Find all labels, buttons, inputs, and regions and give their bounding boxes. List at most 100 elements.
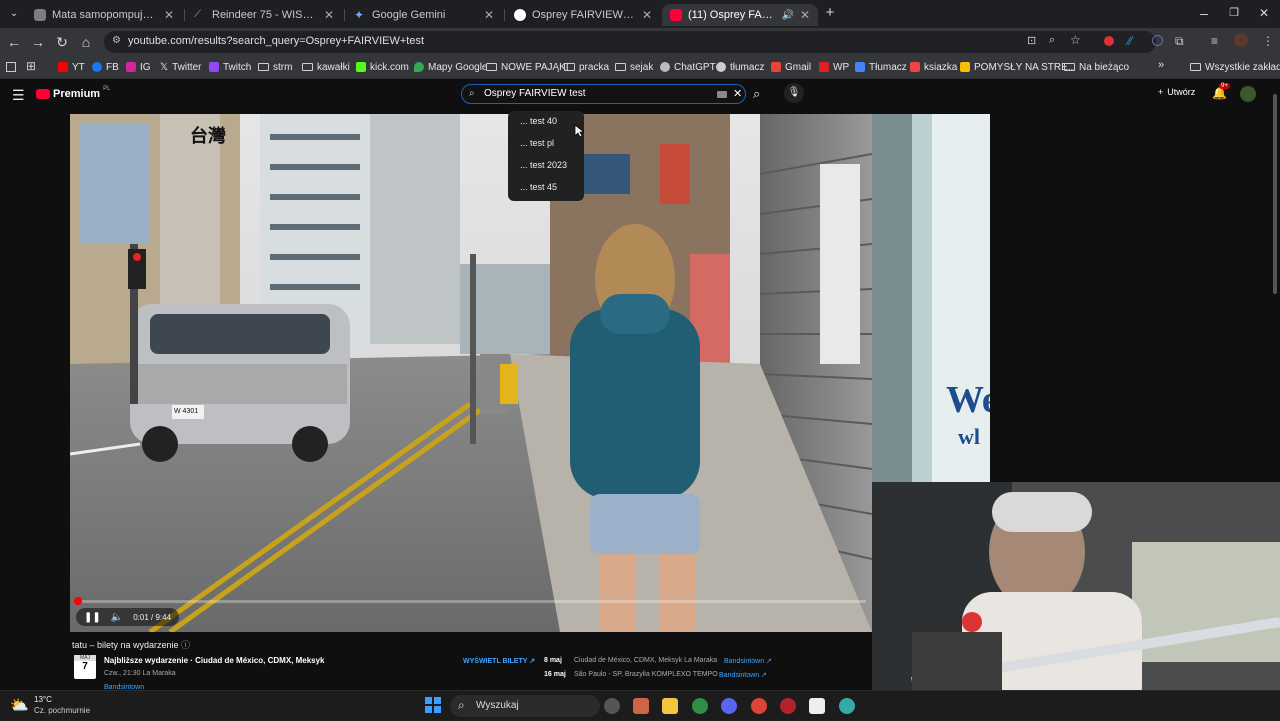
- globe-app-icon[interactable]: [839, 698, 855, 714]
- progress-scrubber[interactable]: [74, 597, 82, 605]
- volume-icon[interactable]: 🔈: [111, 612, 123, 623]
- reading-list-icon[interactable]: ≡: [1211, 34, 1218, 48]
- bookmark-fb[interactable]: FB: [92, 59, 119, 75]
- bookmark-tlumacz[interactable]: tłumacz: [716, 59, 764, 75]
- pause-icon[interactable]: ❚❚: [84, 612, 101, 623]
- bookmark-kawalki[interactable]: kawałki: [302, 59, 350, 75]
- taskbar-search-box[interactable]: ⌕ Wyszukaj: [450, 695, 600, 717]
- search-input[interactable]: ⌕ Osprey FAIRVIEW test ✕: [461, 84, 746, 104]
- suggestion-item[interactable]: ... test pl: [520, 138, 554, 148]
- tab-search-chevron-icon[interactable]: ⌄: [6, 6, 22, 22]
- suggestion-item[interactable]: ... test 45: [520, 182, 557, 192]
- home-icon[interactable]: ⌂: [78, 34, 94, 50]
- obs-app-icon[interactable]: [809, 698, 825, 714]
- info-icon[interactable]: ⓘ: [181, 640, 190, 650]
- maximize-icon[interactable]: ❐: [1226, 5, 1242, 21]
- apps-grid-icon[interactable]: ⊞: [26, 59, 36, 73]
- new-tab-plus-icon[interactable]: +: [822, 5, 838, 21]
- discord-icon[interactable]: [721, 698, 737, 714]
- extension-icon[interactable]: [1152, 35, 1163, 46]
- google-translate-icon: [855, 62, 865, 72]
- extensions-puzzle-icon[interactable]: ⧉: [1175, 34, 1184, 49]
- tab-youtube-active[interactable]: (11) Osprey FAIRVIEW test 🔊 ✕: [662, 4, 818, 26]
- external-link-icon: ↗: [529, 658, 536, 665]
- opera-icon[interactable]: [780, 698, 796, 714]
- bookmark-tlumacz-2[interactable]: Tłumacz: [855, 59, 907, 75]
- bookmark-ksiazka[interactable]: ksiazka: [910, 59, 957, 75]
- windows-taskbar: ⛅ 13°C Cz. pochmurnie ⌕ Wyszukaj: [0, 690, 1280, 721]
- bookmark-strm[interactable]: strm: [258, 59, 292, 75]
- progress-track[interactable]: [76, 600, 866, 603]
- bookmark-na-biezaco[interactable]: Na bieżąco: [1064, 59, 1129, 75]
- row-link[interactable]: Bandsintown ↗: [719, 671, 767, 679]
- reload-icon[interactable]: ↻: [54, 34, 70, 50]
- back-icon[interactable]: ←: [6, 34, 22, 50]
- file-explorer-icon[interactable]: [662, 698, 678, 714]
- browser-menu-icon[interactable]: ⋮: [1262, 34, 1274, 48]
- bookmark-chatgpt[interactable]: ChatGPT: [660, 59, 716, 75]
- bookmark-twitch[interactable]: Twitch: [209, 59, 251, 75]
- site-info-icon[interactable]: ⚙: [112, 35, 121, 46]
- close-tab-icon[interactable]: ✕: [484, 8, 494, 22]
- windows-start-icon[interactable]: [425, 697, 441, 713]
- folder-icon: [615, 63, 626, 71]
- bookmark-sejak[interactable]: sejak: [615, 59, 653, 75]
- tab-google-search[interactable]: Osprey FAIRVIEW - - Szukaj w G ✕: [506, 4, 660, 26]
- install-app-icon[interactable]: ⊡: [1027, 34, 1036, 47]
- account-avatar[interactable]: [1240, 86, 1256, 102]
- bookmark-wp[interactable]: WP: [819, 59, 849, 75]
- chrome-icon[interactable]: [751, 698, 767, 714]
- tab-mata[interactable]: Mata samopompująca dla back ✕: [26, 4, 182, 26]
- app-icon[interactable]: [633, 698, 649, 714]
- bookmark-yt[interactable]: YT: [58, 59, 85, 75]
- scrollbar-thumb[interactable]: [1273, 94, 1277, 294]
- bookmark-star-icon[interactable]: ☆: [1070, 33, 1081, 47]
- close-window-icon[interactable]: ✕: [1256, 5, 1272, 21]
- minimize-icon[interactable]: –: [1196, 5, 1212, 21]
- keyboard-icon[interactable]: [717, 91, 727, 98]
- bookmark-twitter[interactable]: 𝕏 Twitter: [160, 59, 202, 75]
- profile-avatar[interactable]: [1234, 33, 1248, 47]
- folder-icon: [1064, 63, 1075, 71]
- clear-search-icon[interactable]: ✕: [733, 87, 742, 100]
- bookmark-ig[interactable]: IG: [126, 59, 151, 75]
- bookmark-nowe-pajaki[interactable]: NOWE PAJĄKI: [486, 59, 569, 75]
- sidebar-icon[interactable]: [6, 62, 16, 72]
- create-button[interactable]: + Utwórz: [1158, 87, 1195, 97]
- tab-reindeer[interactable]: ⟋ Reindeer 75 - WISPORT ✕: [186, 4, 342, 26]
- voice-search-mic-icon[interactable]: 🎙: [784, 83, 804, 103]
- youtube-logo[interactable]: Premium PL: [36, 86, 110, 100]
- close-tab-icon[interactable]: ✕: [642, 8, 652, 22]
- copilot-icon[interactable]: [604, 698, 620, 714]
- close-tab-icon[interactable]: ✕: [324, 8, 334, 22]
- menu-hamburger-icon[interactable]: ☰: [12, 87, 25, 104]
- bookmark-maps[interactable]: Mapy Google: [414, 59, 487, 75]
- bookmark-pracka[interactable]: pracka: [564, 59, 609, 75]
- search-button-icon[interactable]: ⌕: [753, 86, 760, 102]
- close-tab-icon[interactable]: ✕: [164, 8, 174, 22]
- bookmark-pomysly[interactable]: POMYSŁY NA STRE...: [960, 59, 1076, 75]
- speaker-icon[interactable]: 🔊: [781, 10, 793, 21]
- extension-icon[interactable]: ⁄⁄: [1128, 34, 1132, 48]
- all-bookmarks[interactable]: Wszystkie zakładki: [1190, 59, 1280, 75]
- address-bar[interactable]: ⚙ youtube.com/results?search_query=Ospre…: [104, 31, 1156, 53]
- forward-icon[interactable]: →: [30, 34, 46, 50]
- tab-gemini[interactable]: ✦ Google Gemini ✕: [346, 4, 502, 26]
- shield-app-icon[interactable]: [692, 698, 708, 714]
- video-player[interactable]: 台灣 W 4301 ❚❚ 🔈 0:01 / 9:44: [70, 114, 872, 632]
- more-bookmarks-chevron-icon[interactable]: »: [1158, 59, 1164, 71]
- record-extension-icon[interactable]: [1104, 36, 1114, 46]
- suggestion-item[interactable]: ... test 2023: [520, 160, 567, 170]
- bookmark-gmail[interactable]: Gmail: [771, 59, 811, 75]
- view-tickets-button[interactable]: WYŚWIETL BILETY ↗: [463, 657, 535, 665]
- page-scrollbar[interactable]: [1272, 82, 1278, 690]
- bookmark-label: Na bieżąco: [1079, 61, 1130, 73]
- secondary-video-area[interactable]: We wl: [872, 114, 990, 482]
- row-link[interactable]: Bandsintown ↗: [724, 657, 772, 665]
- suggestion-item[interactable]: ... test 40: [520, 116, 557, 126]
- close-tab-icon[interactable]: ✕: [800, 8, 810, 22]
- zoom-icon[interactable]: ⌕: [1049, 34, 1055, 47]
- tab-label: Reindeer 75 - WISPORT: [212, 9, 318, 21]
- bookmark-kick[interactable]: kick.com: [356, 59, 409, 75]
- weather-cloud-icon[interactable]: ⛅: [10, 696, 29, 714]
